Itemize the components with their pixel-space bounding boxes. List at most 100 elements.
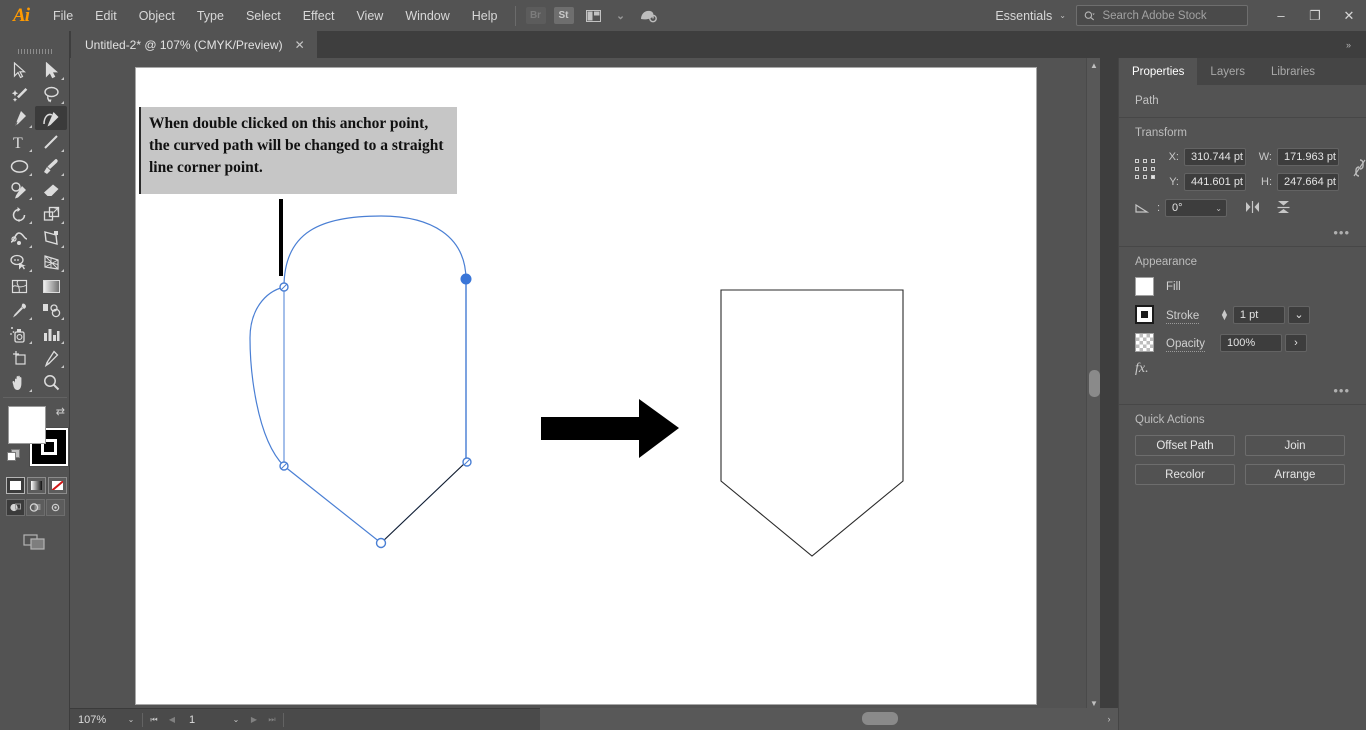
artboard-number-value[interactable]: 1 xyxy=(181,714,227,726)
color-mode-none[interactable] xyxy=(48,477,67,494)
bridge-icon[interactable]: Br xyxy=(525,7,546,24)
arrange-button[interactable]: Arrange xyxy=(1245,464,1345,485)
workspace-switcher[interactable]: Essentials ⌄ xyxy=(985,5,1076,27)
stock-icon[interactable]: St xyxy=(553,7,574,24)
free-transform-tool[interactable] xyxy=(35,226,67,250)
flip-horizontal-icon[interactable] xyxy=(1245,200,1260,217)
flip-vertical-icon[interactable] xyxy=(1276,200,1291,217)
x-field[interactable]: 310.744 pt xyxy=(1184,148,1246,166)
menu-view[interactable]: View xyxy=(345,0,394,31)
curvature-tool[interactable] xyxy=(35,106,67,130)
magic-wand-tool[interactable] xyxy=(3,82,35,106)
menu-object[interactable]: Object xyxy=(128,0,186,31)
tab-layers[interactable]: Layers xyxy=(1197,58,1258,85)
height-field[interactable]: 247.664 pt xyxy=(1277,173,1339,191)
tab-properties[interactable]: Properties xyxy=(1119,58,1198,85)
canvas-viewport[interactable]: When double clicked on this anchor point… xyxy=(70,58,1100,711)
zoom-tool[interactable] xyxy=(35,370,67,394)
previous-artboard-button[interactable]: ◀ xyxy=(163,709,181,730)
perspective-grid-tool[interactable] xyxy=(35,250,67,274)
rotate-tool[interactable] xyxy=(3,202,35,226)
zoom-control[interactable]: 107% ⌄ xyxy=(70,709,140,730)
type-tool[interactable]: T xyxy=(3,130,35,154)
scroll-right-icon[interactable]: › xyxy=(1102,708,1116,730)
restore-button[interactable]: ❐ xyxy=(1298,0,1332,31)
zoom-level-value[interactable]: 107% xyxy=(70,714,122,726)
stepper-down-icon[interactable]: ▼ xyxy=(1220,312,1229,321)
shape-builder-tool[interactable] xyxy=(3,250,35,274)
angle-field[interactable]: 0° ⌄ xyxy=(1165,199,1227,217)
chevron-down-icon[interactable]: ⌄ xyxy=(227,709,245,730)
next-artboard-button[interactable]: ▶ xyxy=(245,709,263,730)
vertical-scrollbar[interactable]: ▲ ▼ xyxy=(1086,58,1100,711)
expand-panel-right-button[interactable]: » xyxy=(1330,31,1366,58)
join-button[interactable]: Join xyxy=(1245,435,1345,456)
color-mode-color[interactable] xyxy=(6,477,25,494)
fill-color-swatch[interactable] xyxy=(1135,277,1154,296)
fill-swatch[interactable] xyxy=(8,406,46,444)
y-field[interactable]: 441.601 pt xyxy=(1184,173,1246,191)
fx-button[interactable]: fx. xyxy=(1119,361,1366,377)
lasso-tool[interactable] xyxy=(35,82,67,106)
adobe-stock-search[interactable] xyxy=(1076,5,1248,26)
opacity-field[interactable]: 100% xyxy=(1220,333,1282,352)
paintbrush-tool[interactable] xyxy=(35,154,67,178)
stroke-width-stepper[interactable]: ▲ ▼ xyxy=(1220,307,1229,321)
opacity-swatch[interactable] xyxy=(1135,333,1154,352)
color-mode-gradient[interactable] xyxy=(27,477,46,494)
transform-more-options[interactable]: ••• xyxy=(1119,225,1366,240)
blend-tool[interactable] xyxy=(35,298,67,322)
line-segment-tool[interactable] xyxy=(35,130,67,154)
tab-libraries[interactable]: Libraries xyxy=(1258,58,1328,85)
menu-edit[interactable]: Edit xyxy=(84,0,128,31)
width-tool[interactable] xyxy=(3,226,35,250)
offset-path-button[interactable]: Offset Path xyxy=(1135,435,1235,456)
pen-tool[interactable] xyxy=(3,106,35,130)
close-button[interactable]: ✕ xyxy=(1332,0,1366,31)
opacity-label[interactable]: Opacity xyxy=(1166,337,1205,352)
vertical-scrollbar-thumb[interactable] xyxy=(1089,370,1100,397)
hand-tool[interactable] xyxy=(3,370,35,394)
menu-select[interactable]: Select xyxy=(235,0,292,31)
artboard-tool[interactable] xyxy=(3,346,35,370)
stroke-color-swatch[interactable] xyxy=(1135,305,1154,324)
opacity-options-button[interactable]: › xyxy=(1285,333,1307,352)
appearance-more-options[interactable]: ••• xyxy=(1119,383,1366,398)
menu-file[interactable]: File xyxy=(42,0,84,31)
gradient-tool[interactable] xyxy=(35,274,67,298)
draw-normal-button[interactable] xyxy=(6,499,25,516)
close-icon[interactable]: ✕ xyxy=(295,38,305,52)
stroke-width-field[interactable]: 1 pt xyxy=(1232,305,1285,324)
slice-tool[interactable] xyxy=(35,346,67,370)
scroll-up-icon[interactable]: ▲ xyxy=(1087,58,1101,73)
stroke-width-dropdown[interactable]: ⌄ xyxy=(1287,305,1310,324)
menu-effect[interactable]: Effect xyxy=(292,0,346,31)
last-artboard-button[interactable]: ⏭ xyxy=(263,709,281,730)
search-input[interactable] xyxy=(1102,9,1240,22)
toolbar-drag-handle[interactable] xyxy=(0,44,69,58)
cloud-sync-icon[interactable] xyxy=(636,6,660,26)
artboard[interactable]: When double clicked on this anchor point… xyxy=(135,67,1037,705)
width-field[interactable]: 171.963 pt xyxy=(1277,148,1339,166)
direct-selection-tool[interactable] xyxy=(35,58,67,82)
chevron-down-icon[interactable]: ⌄ xyxy=(614,6,628,26)
horizontal-scrollbar-thumb[interactable] xyxy=(862,712,898,725)
symbol-sprayer-tool[interactable] xyxy=(3,322,35,346)
menu-type[interactable]: Type xyxy=(186,0,235,31)
column-graph-tool[interactable] xyxy=(35,322,67,346)
menu-window[interactable]: Window xyxy=(394,0,460,31)
artboard-navigation[interactable]: 1 ⌄ xyxy=(181,709,245,730)
recolor-button[interactable]: Recolor xyxy=(1135,464,1235,485)
default-fill-stroke-icon[interactable] xyxy=(7,449,21,463)
arrange-documents-icon[interactable] xyxy=(582,6,606,26)
swap-fill-stroke-icon[interactable]: ⇄ xyxy=(56,405,65,418)
menu-help[interactable]: Help xyxy=(461,0,509,31)
ellipse-tool[interactable] xyxy=(3,154,35,178)
chevron-down-icon[interactable]: ⌄ xyxy=(122,709,140,730)
scale-tool[interactable] xyxy=(35,202,67,226)
change-screen-mode-icon[interactable] xyxy=(19,530,51,554)
horizontal-scrollbar[interactable]: › xyxy=(540,708,1118,730)
draw-inside-button[interactable] xyxy=(46,499,65,516)
first-artboard-button[interactable]: ⏮ xyxy=(145,709,163,730)
stroke-label[interactable]: Stroke xyxy=(1166,309,1200,324)
